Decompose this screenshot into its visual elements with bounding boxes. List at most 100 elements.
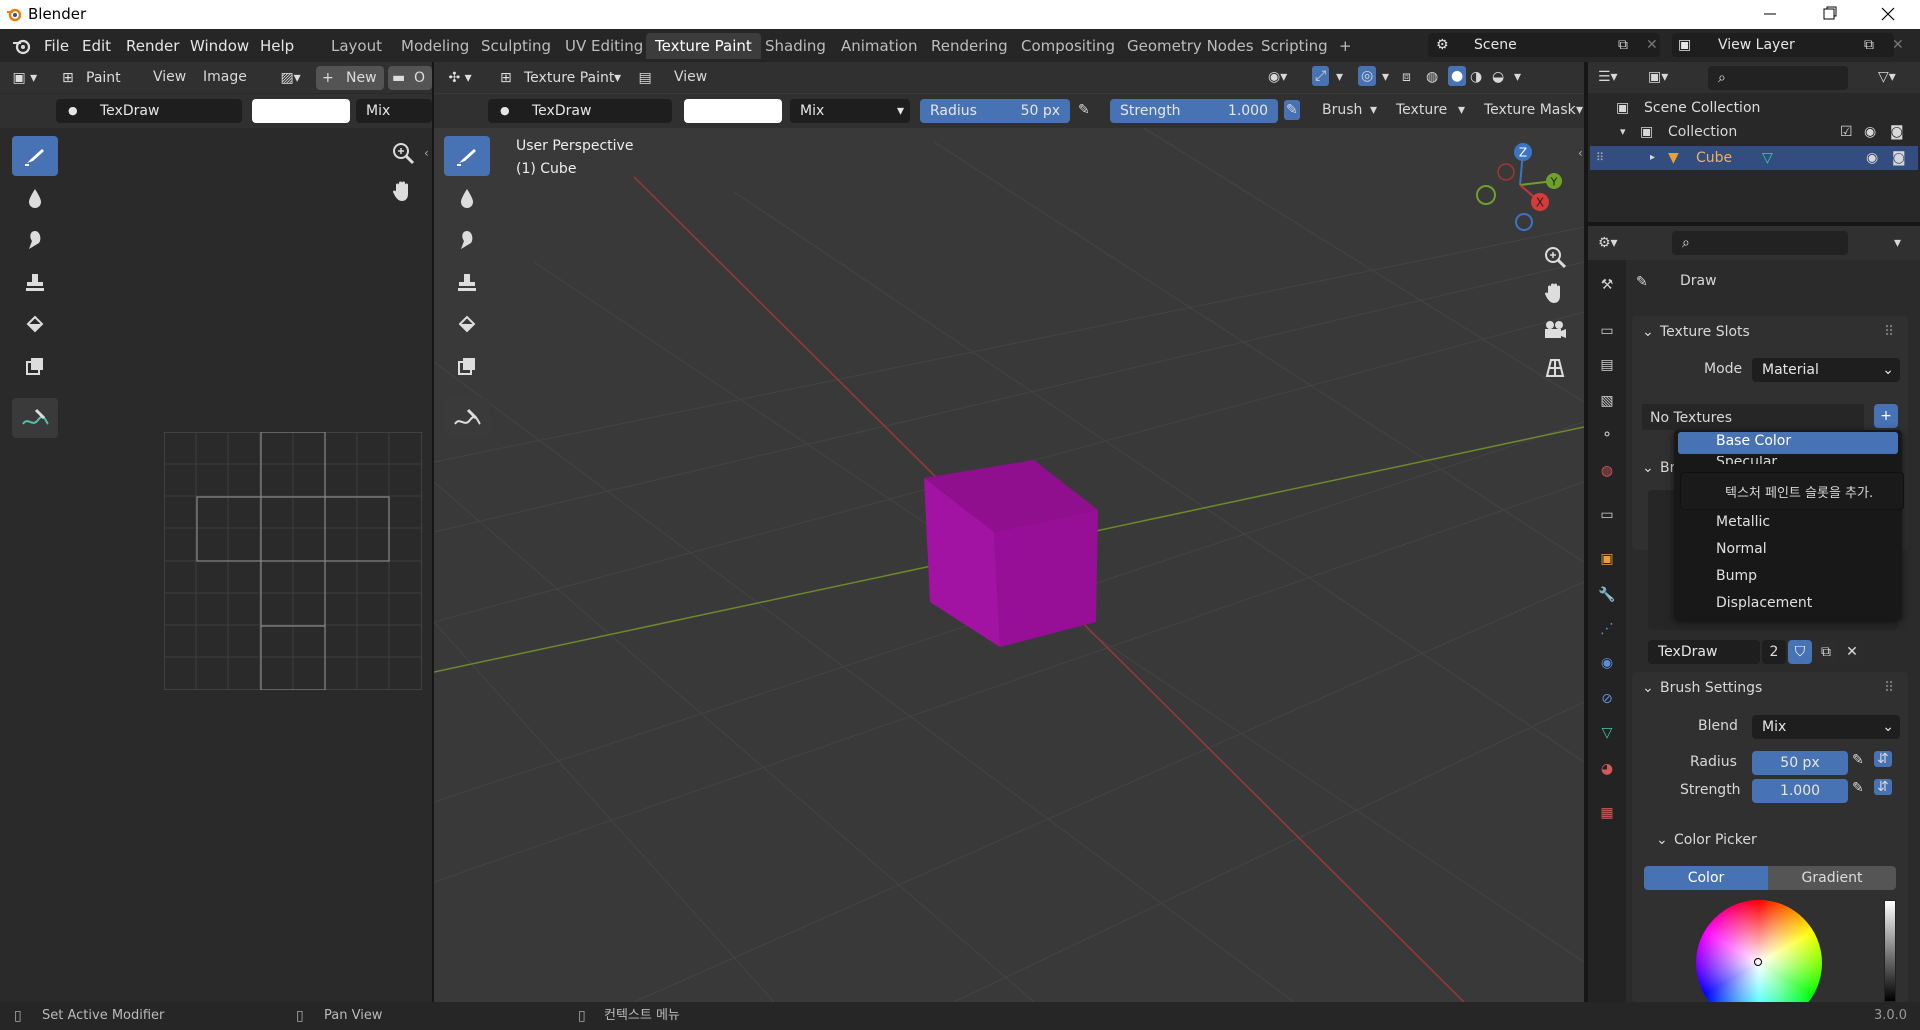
texture-mask-menu[interactable]: Texture Mask — [1484, 100, 1576, 120]
tab-uv-editing[interactable]: UV Editing — [556, 33, 652, 59]
perspective-toggle-icon[interactable] — [1542, 356, 1568, 380]
blend-dropdown[interactable]: Mix ⌄ — [1752, 715, 1900, 739]
gizmo-dropdown-icon[interactable]: ▾ — [1336, 67, 1343, 87]
tool-tab-icon[interactable]: ⚒ — [1594, 272, 1620, 298]
value-slider[interactable] — [1884, 900, 1896, 1002]
viewport-brush-selector[interactable]: ● TexDraw — [488, 99, 672, 123]
tab-texture-paint[interactable]: Texture Paint — [646, 33, 761, 59]
mask-tool-icon[interactable] — [12, 346, 58, 386]
open-image-button[interactable]: ▬ O — [388, 66, 432, 90]
expand-arrow-icon[interactable]: ▸ — [1650, 148, 1655, 168]
brush-settings-title[interactable]: Brush Settings — [1660, 680, 1762, 696]
3d-viewport[interactable] — [434, 62, 1584, 1002]
menu-help[interactable]: Help — [254, 35, 300, 57]
properties-options-icon[interactable]: ▾ — [1894, 233, 1901, 253]
scene-tab-icon[interactable]: ⚬ — [1594, 422, 1620, 448]
material-shading-icon[interactable]: ◑ — [1470, 67, 1482, 87]
physics-tab-icon[interactable]: ◉ — [1594, 650, 1620, 676]
interaction-mode-dropdown[interactable]: ⊞ Texture Paint ▾ — [494, 66, 628, 90]
minimize-icon[interactable] — [1762, 4, 1778, 24]
menu-item-normal[interactable]: Normal — [1716, 541, 1767, 557]
unlink-brush-icon[interactable]: ✕ — [1840, 640, 1864, 664]
color-wheel[interactable] — [1696, 900, 1822, 1002]
prop-radius-slider[interactable]: 50 px — [1752, 751, 1848, 775]
strength-pressure-icon[interactable]: ✎ — [1284, 100, 1300, 120]
menu-item-bump[interactable]: Bump — [1716, 568, 1757, 584]
wireframe-shading-icon[interactable]: ◍ — [1426, 67, 1438, 87]
mask-toggle-icon[interactable]: ▤ — [634, 66, 658, 90]
menu-item-specular[interactable]: Specular — [1710, 456, 1890, 464]
viewport-color-swatch[interactable] — [684, 99, 782, 123]
viewport-blend-dropdown[interactable]: Mix ▾ — [790, 99, 910, 123]
material-tab-icon[interactable]: ◕ — [1594, 756, 1620, 782]
soften-tool-icon[interactable] — [12, 178, 58, 218]
menu-view[interactable]: View — [153, 67, 186, 87]
slot-mode-dropdown[interactable]: Material ⌄ — [1752, 358, 1900, 382]
object-tab-icon[interactable]: ▣ — [1594, 546, 1620, 572]
duplicate-brush-icon[interactable]: ⧉ — [1814, 640, 1838, 664]
editor-type-icon[interactable]: ▣ ▾ — [8, 66, 50, 90]
view-layer-tab-icon[interactable]: ▧ — [1594, 388, 1620, 414]
visibility-icon[interactable]: ◉▾ — [1268, 67, 1287, 87]
new-image-button[interactable]: + New — [316, 66, 384, 90]
gradient-tab[interactable]: Gradient — [1768, 866, 1896, 890]
texdraw-brush-name-field[interactable]: TexDraw — [1648, 640, 1760, 664]
image-browse-icon[interactable]: ▨▾ — [276, 66, 312, 90]
shading-dropdown-icon[interactable]: ▾ — [1514, 67, 1521, 87]
add-workspace-button[interactable]: + — [1330, 33, 1361, 59]
fake-user-shield-icon[interactable]: ⛉ — [1788, 640, 1812, 664]
chevron-down-icon[interactable]: ⌄ — [1642, 324, 1654, 340]
brush-users-count[interactable]: 2 — [1762, 640, 1786, 664]
tab-animation[interactable]: Animation — [832, 33, 926, 59]
color-picker-title[interactable]: Color Picker — [1674, 832, 1757, 848]
outliner-editor-type-icon[interactable]: ☰▾ — [1598, 67, 1618, 87]
navigation-gizmo[interactable]: Z Y X — [1470, 140, 1570, 240]
modifier-tab-icon[interactable]: 🔧 — [1594, 582, 1620, 608]
texture-slots-title[interactable]: Texture Slots — [1660, 324, 1750, 340]
brush-menu[interactable]: Brush — [1322, 100, 1362, 120]
prop-strength-slider[interactable]: 1.000 — [1752, 779, 1848, 803]
radius-pressure-icon[interactable]: ✎ — [1078, 100, 1090, 120]
drag-handle-icon[interactable]: ⠿ — [1884, 324, 1894, 340]
tab-layout[interactable]: Layout — [322, 33, 391, 59]
texture-tab-icon[interactable]: ▦ — [1594, 800, 1620, 826]
blend-mode-dropdown[interactable]: Mix — [356, 99, 432, 123]
rendered-shading-icon[interactable]: ◒ — [1492, 67, 1504, 87]
tab-compositing[interactable]: Compositing — [1012, 33, 1124, 59]
vp-clone-tool-icon[interactable] — [444, 262, 490, 302]
radius-unit-toggle-icon[interactable]: ⇵ — [1874, 751, 1892, 767]
chevron-down-icon[interactable]: ⌄ — [1656, 832, 1668, 848]
viewport-menu-view[interactable]: View — [674, 67, 707, 87]
properties-editor-type-icon[interactable]: ⚙▾ — [1598, 233, 1618, 253]
vp-annotate-tool-icon[interactable] — [444, 398, 490, 438]
brush-selector[interactable]: ● TexDraw — [56, 99, 242, 123]
texture-menu[interactable]: Texture — [1396, 100, 1447, 120]
blender-menu-icon[interactable] — [12, 37, 32, 55]
pan-hand-icon[interactable] — [390, 178, 416, 204]
image-mode-dropdown[interactable]: ⊞ Paint — [58, 66, 140, 90]
render-tab-icon[interactable]: ▭ — [1594, 318, 1620, 344]
view-layer-selector[interactable]: ▣ View Layer — [1672, 33, 1894, 57]
add-texture-slot-button[interactable]: + — [1874, 404, 1898, 428]
world-tab-icon[interactable]: ◍ — [1594, 458, 1620, 484]
menu-file[interactable]: File — [38, 35, 75, 57]
tab-shading[interactable]: Shading — [756, 33, 835, 59]
vp-fill-tool-icon[interactable] — [444, 304, 490, 344]
vp-mask-tool-icon[interactable] — [444, 346, 490, 386]
strength-slider[interactable]: Strength 1.000 — [1110, 99, 1278, 123]
vp-smear-tool-icon[interactable] — [444, 220, 490, 260]
gizmo-toggle-icon[interactable]: ⤢ — [1312, 66, 1330, 86]
menu-item-displacement[interactable]: Displacement — [1716, 595, 1812, 611]
new-view-layer-icon[interactable]: ⧉ — [1864, 35, 1874, 55]
texture-slot-list[interactable]: No Textures — [1642, 404, 1864, 430]
expand-arrow-icon[interactable]: ▾ — [1620, 122, 1626, 142]
tab-sculpting[interactable]: Sculpting — [472, 33, 560, 59]
maximize-icon[interactable] — [1822, 4, 1838, 24]
annotate-tool-icon[interactable] — [12, 398, 58, 438]
clone-tool-icon[interactable] — [12, 262, 58, 302]
collection-tab-icon[interactable]: ▭ — [1594, 502, 1620, 528]
sidebar-toggle-icon[interactable]: ‹ — [1578, 146, 1583, 160]
chevron-down-icon[interactable]: ⌄ — [1642, 460, 1654, 476]
filter-icon[interactable]: ▽▾ — [1878, 67, 1896, 87]
vp-draw-tool-icon[interactable] — [444, 136, 490, 176]
